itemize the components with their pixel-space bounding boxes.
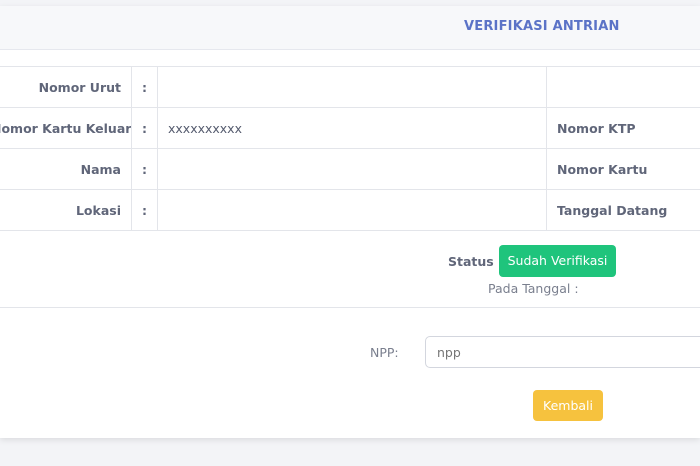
field-separator: : xyxy=(131,148,158,190)
page-title: VERIFIKASI ANTRIAN xyxy=(464,19,620,34)
field-label: Nomor Urut xyxy=(0,66,132,108)
field-label-right: Tanggal Datang xyxy=(546,189,700,231)
field-label: Lokasi xyxy=(0,189,132,231)
field-label: Nomor Kartu Keluarga xyxy=(0,107,132,149)
verification-date-label: Pada Tanggal : xyxy=(488,281,579,296)
field-label-right: Nomor KTP xyxy=(546,107,700,149)
info-row-nomor-kartu-keluarga: Nomor Kartu Keluarga : xxxxxxxxxx Nomor … xyxy=(0,107,700,149)
field-separator: : xyxy=(131,66,158,108)
field-label: Nama xyxy=(0,148,132,190)
field-label-right: Nomor Kartu xyxy=(546,148,700,190)
info-row-nama: Nama : Nomor Kartu xyxy=(0,148,700,190)
npp-input[interactable] xyxy=(425,336,700,368)
info-row-lokasi: Lokasi : Tanggal Datang xyxy=(0,189,700,231)
field-value: xxxxxxxxxx xyxy=(157,107,547,149)
field-value xyxy=(157,189,547,231)
field-value xyxy=(157,148,547,190)
npp-label: NPP: xyxy=(370,345,399,360)
info-table: Nomor Urut : Nomor Kartu Keluarga : xxxx… xyxy=(0,66,700,231)
info-row-nomor-urut: Nomor Urut : xyxy=(0,66,700,108)
field-separator: : xyxy=(131,189,158,231)
status-label: Status : xyxy=(448,254,504,269)
verification-card: VERIFIKASI ANTRIAN Nomor Urut : Nomor Ka… xyxy=(0,6,700,438)
field-value xyxy=(157,66,547,108)
status-section: Status : Sudah Verifikasi Pada Tanggal : xyxy=(0,235,700,308)
back-button[interactable]: Kembali xyxy=(533,390,603,421)
field-separator: : xyxy=(131,107,158,149)
status-badge: Sudah Verifikasi xyxy=(499,245,616,277)
card-header: VERIFIKASI ANTRIAN xyxy=(0,6,700,50)
side-cell xyxy=(546,66,700,108)
